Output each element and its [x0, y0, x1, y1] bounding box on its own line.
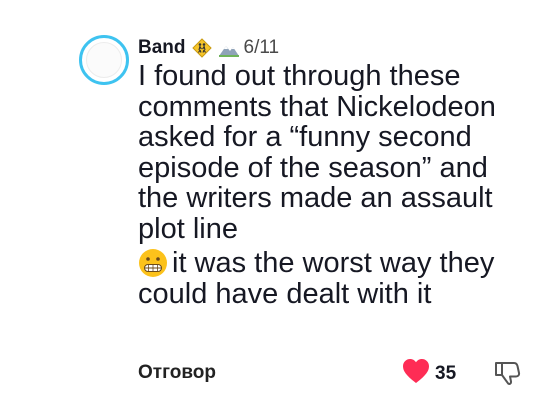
dislike-button[interactable]	[493, 358, 521, 386]
comment-text-part-1: I found out through these comments that …	[138, 60, 496, 245]
grimacing-face-emoji-icon	[138, 248, 168, 278]
avatar-image	[86, 42, 122, 78]
like-button[interactable]: 35	[402, 358, 456, 389]
thumbs-down-icon	[493, 362, 521, 390]
comment-text: I found out through these comments that …	[138, 61, 528, 313]
comment-author[interactable]: Band	[138, 37, 186, 59]
comment-emoji-line: it was the worst way they could have dea…	[138, 248, 528, 309]
comment-date: 6/11	[243, 37, 280, 58]
heart-icon	[402, 358, 430, 389]
pedestrian-crossing-sign-icon	[191, 38, 212, 58]
comment-header: Band 6/11	[138, 36, 279, 60]
commenter-avatar[interactable]	[79, 35, 129, 85]
mountain-icon	[218, 38, 239, 58]
comment-text-part-2: it was the worst way they could have dea…	[138, 247, 495, 310]
reply-button[interactable]: Отговор	[138, 362, 216, 384]
like-count: 35	[435, 362, 457, 384]
